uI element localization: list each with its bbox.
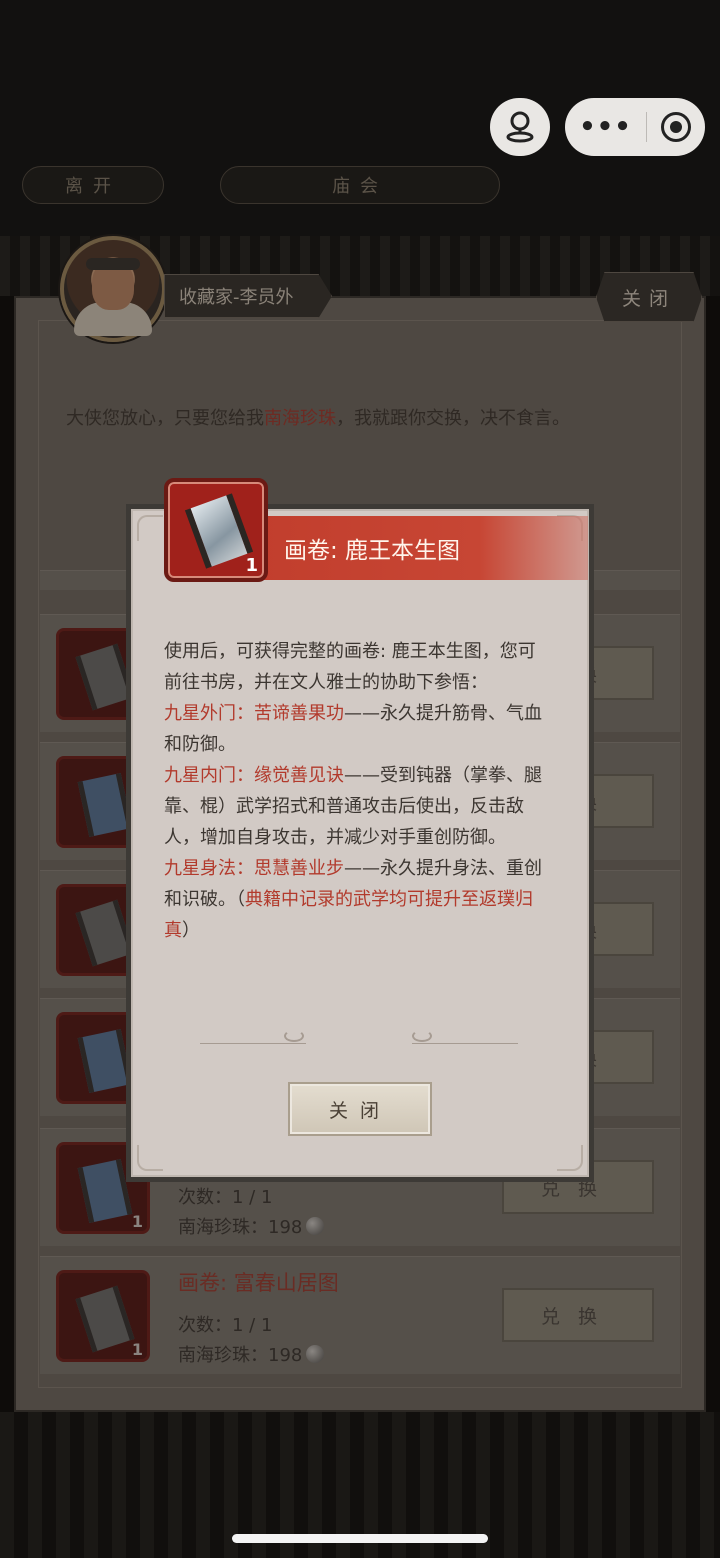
dialog-suffix: ，我就跟你交换，决不食言。 bbox=[336, 408, 570, 429]
exchange-button[interactable]: 兑换 bbox=[502, 1288, 654, 1342]
leave-button[interactable]: 离开 bbox=[22, 166, 164, 204]
scroll-icon bbox=[75, 1285, 135, 1353]
item-description: 使用后，可获得完整的画卷: 鹿王本生图，您可前往书房，并在文人雅士的协助下参悟：… bbox=[164, 636, 544, 946]
dialog-highlight: 南海珍珠 bbox=[264, 408, 336, 429]
corner-ornament bbox=[137, 1145, 163, 1171]
mini-program-capsule: ••• bbox=[565, 98, 705, 156]
corner-ornament bbox=[137, 515, 163, 541]
npc-name-plate: 收藏家-李员外 bbox=[164, 274, 332, 318]
pearl-icon bbox=[306, 1345, 325, 1363]
curl-ornament bbox=[284, 1030, 304, 1042]
panel-close-button[interactable]: 关闭 bbox=[596, 272, 702, 322]
cost-value: 198 bbox=[268, 1217, 303, 1238]
npc-avatar bbox=[60, 236, 166, 342]
list-row: 1 画卷: 富春山居图 次数：1 / 1 南海珍珠：198 兑换 bbox=[40, 1256, 680, 1374]
modal-close-button[interactable]: 关闭 bbox=[288, 1082, 432, 1136]
close-target-icon[interactable] bbox=[660, 112, 691, 142]
book-icon bbox=[77, 1159, 133, 1223]
skill-1-name: 九星外门：苦谛善果功 bbox=[164, 703, 344, 724]
desc-intro: 使用后，可获得完整的画卷: 鹿王本生图，您可前往书房，并在文人雅士的协助下参悟： bbox=[164, 641, 536, 693]
desc-skill-2: 九星内门：缘觉善见诀——受到钝器（掌拳、腿靠、棍）武学招式和普通攻击后使出，反击… bbox=[164, 760, 544, 853]
exchange-cost: 南海珍珠：198 bbox=[178, 1341, 325, 1367]
exchange-count: 次数：1 / 1 bbox=[178, 1311, 272, 1337]
cost-value: 198 bbox=[268, 1345, 303, 1366]
count-label: 次数： bbox=[178, 1187, 232, 1208]
user-pin-icon bbox=[506, 111, 534, 143]
book-icon bbox=[77, 1029, 133, 1093]
skill-3-name: 九星身法：思慧善业步 bbox=[164, 858, 344, 879]
exchange-cost: 南海珍珠：198 bbox=[178, 1213, 325, 1239]
mini-program-avatar-button[interactable] bbox=[490, 98, 550, 156]
home-indicator[interactable] bbox=[232, 1534, 488, 1543]
skill-2-name: 九星内门：缘觉善见诀 bbox=[164, 765, 344, 786]
dialog-prefix: 大侠您放心，只要您给我 bbox=[66, 408, 264, 429]
more-icon[interactable]: ••• bbox=[579, 112, 632, 142]
modal-item-count: 1 bbox=[245, 555, 258, 576]
desc-skill-3: 九星身法：思慧善业步——永久提升身法、重创和识破。（典籍中记录的武学均可提升至返… bbox=[164, 853, 544, 946]
desc-skill-1: 九星外门：苦谛善果功——永久提升筋骨、气血和防御。 bbox=[164, 698, 544, 760]
count-value: 1 / 1 bbox=[232, 1315, 273, 1336]
cost-label: 南海珍珠： bbox=[178, 1217, 268, 1238]
scroll-painting-icon bbox=[184, 493, 254, 569]
modal-item-icon: 1 bbox=[164, 478, 268, 582]
count-value: 1 / 1 bbox=[232, 1187, 273, 1208]
avatar-headband bbox=[86, 258, 140, 270]
item-icon[interactable]: 1 bbox=[56, 1270, 150, 1362]
item-title: 画卷: 富春山居图 bbox=[178, 1271, 339, 1295]
corner-ornament bbox=[557, 1145, 583, 1171]
modal-title: 画卷: 鹿王本生图 bbox=[226, 516, 588, 580]
temple-fair-tab[interactable]: 庙会 bbox=[220, 166, 500, 204]
exchange-count: 次数：1 / 1 bbox=[178, 1183, 272, 1209]
npc-dialog-text: 大侠您放心，只要您给我南海珍珠，我就跟你交换，决不食言。 bbox=[66, 404, 666, 430]
cost-label: 南海珍珠： bbox=[178, 1345, 268, 1366]
curl-ornament bbox=[412, 1030, 432, 1042]
count-label: 次数： bbox=[178, 1315, 232, 1336]
capsule-divider bbox=[645, 112, 647, 142]
book-icon bbox=[77, 773, 133, 837]
item-count: 1 bbox=[131, 1212, 143, 1231]
pearl-icon bbox=[306, 1217, 325, 1235]
desc-note-end: ） bbox=[182, 920, 200, 941]
item-count: 1 bbox=[131, 1340, 143, 1359]
